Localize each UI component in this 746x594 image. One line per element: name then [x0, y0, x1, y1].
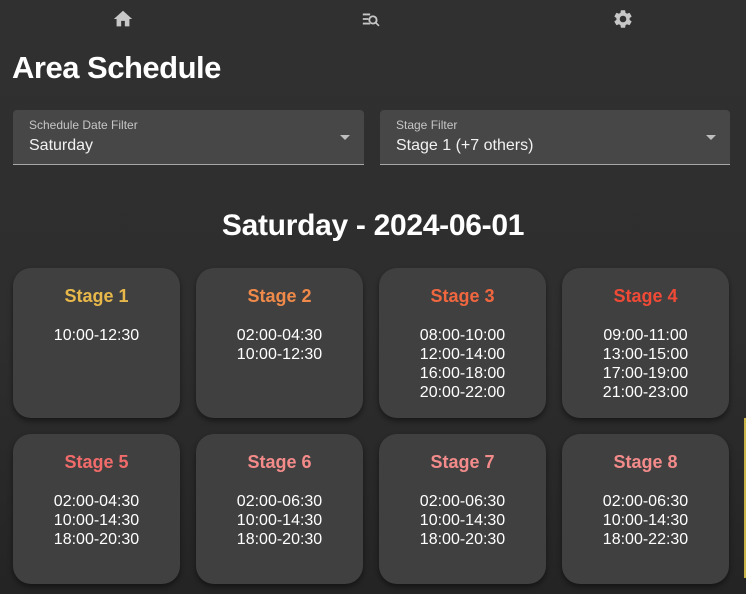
time-slot: 02:00-04:30 — [53, 493, 140, 510]
dropdown-arrow-icon — [340, 135, 350, 140]
search-list-button[interactable] — [361, 8, 383, 30]
time-slot: 13:00-15:00 — [602, 346, 689, 363]
stage-name: Stage 4 — [613, 286, 678, 306]
stage-times: 09:00-11:00 13:00-15:00 17:00-19:00 21:0… — [562, 326, 729, 402]
time-slot: 10:00-14:30 — [419, 512, 506, 529]
time-slot: 10:00-12:30 — [53, 327, 140, 344]
time-slot: 09:00-11:00 — [603, 327, 688, 344]
time-slot: 18:00-20:30 — [236, 531, 323, 548]
stage-card: Stage 2 02:00-04:30 10:00-12:30 — [196, 268, 363, 418]
stage-filter-label: Stage Filter — [396, 118, 458, 132]
stage-filter-select[interactable]: Stage Filter Stage 1 (+7 others) — [380, 110, 730, 165]
gear-icon — [614, 10, 632, 28]
time-slot: 02:00-06:30 — [419, 493, 506, 510]
stage-times: 02:00-06:30 10:00-14:30 18:00-20:30 — [379, 492, 546, 549]
stage-card: Stage 4 09:00-11:00 13:00-15:00 17:00-19… — [562, 268, 729, 418]
stage-name: Stage 3 — [430, 286, 495, 306]
home-button[interactable] — [112, 8, 134, 30]
schedule-date-heading: Saturday - 2024-06-01 — [221, 209, 525, 242]
time-slot: 02:00-04:30 — [236, 327, 323, 344]
time-slot: 02:00-06:30 — [602, 493, 689, 510]
time-slot: 10:00-12:30 — [236, 346, 323, 363]
dropdown-arrow-icon — [706, 135, 716, 140]
time-slot: 10:00-14:30 — [236, 512, 323, 529]
search-list-icon — [362, 13, 380, 27]
stage-times: 02:00-06:30 10:00-14:30 18:00-22:30 — [562, 492, 729, 549]
time-slot: 20:00-22:00 — [419, 384, 506, 401]
stage-name: Stage 1 — [64, 286, 129, 306]
time-slot: 10:00-14:30 — [53, 512, 140, 529]
top-navigation — [0, 0, 746, 40]
time-slot: 16:00-18:00 — [419, 365, 506, 382]
stage-times: 02:00-04:30 10:00-12:30 — [196, 326, 363, 364]
schedule-date-filter-label: Schedule Date Filter — [29, 118, 138, 132]
stage-card: Stage 7 02:00-06:30 10:00-14:30 18:00-20… — [379, 434, 546, 584]
stage-times: 02:00-04:30 10:00-14:30 18:00-20:30 — [13, 492, 180, 549]
time-slot: 21:00-23:00 — [602, 384, 689, 401]
stage-name: Stage 6 — [247, 452, 312, 472]
time-slot: 17:00-19:00 — [602, 365, 689, 382]
time-slot: 08:00-10:00 — [419, 327, 506, 344]
stage-name: Stage 7 — [430, 452, 495, 472]
stage-times: 02:00-06:30 10:00-14:30 18:00-20:30 — [196, 492, 363, 549]
time-slot: 18:00-20:30 — [53, 531, 140, 548]
time-slot: 02:00-06:30 — [236, 493, 323, 510]
stage-filter-value: Stage 1 (+7 others) — [396, 137, 534, 154]
stage-name: Stage 5 — [64, 452, 129, 472]
stage-times: 10:00-12:30 — [13, 326, 180, 345]
stage-times: 08:00-10:00 12:00-14:00 16:00-18:00 20:0… — [379, 326, 546, 402]
page-title: Area Schedule — [12, 50, 221, 85]
time-slot: 12:00-14:00 — [419, 346, 506, 363]
home-icon — [113, 10, 133, 27]
settings-button[interactable] — [612, 8, 634, 30]
stage-card: Stage 3 08:00-10:00 12:00-14:00 16:00-18… — [379, 268, 546, 418]
stage-name: Stage 2 — [247, 286, 312, 306]
schedule-date-filter-value: Saturday — [29, 137, 94, 154]
stage-schedule-grid: Stage 1 10:00-12:30 Stage 2 02:00-04:30 … — [13, 268, 733, 584]
stage-card: Stage 6 02:00-06:30 10:00-14:30 18:00-20… — [196, 434, 363, 584]
stage-name: Stage 8 — [613, 452, 678, 472]
schedule-date-filter-select[interactable]: Schedule Date Filter Saturday — [13, 110, 364, 165]
time-slot: 18:00-22:30 — [602, 531, 689, 548]
stage-card: Stage 5 02:00-04:30 10:00-14:30 18:00-20… — [13, 434, 180, 584]
stage-card: Stage 1 10:00-12:30 — [13, 268, 180, 418]
time-slot: 18:00-20:30 — [419, 531, 506, 548]
stage-card: Stage 8 02:00-06:30 10:00-14:30 18:00-22… — [562, 434, 729, 584]
time-slot: 10:00-14:30 — [602, 512, 689, 529]
